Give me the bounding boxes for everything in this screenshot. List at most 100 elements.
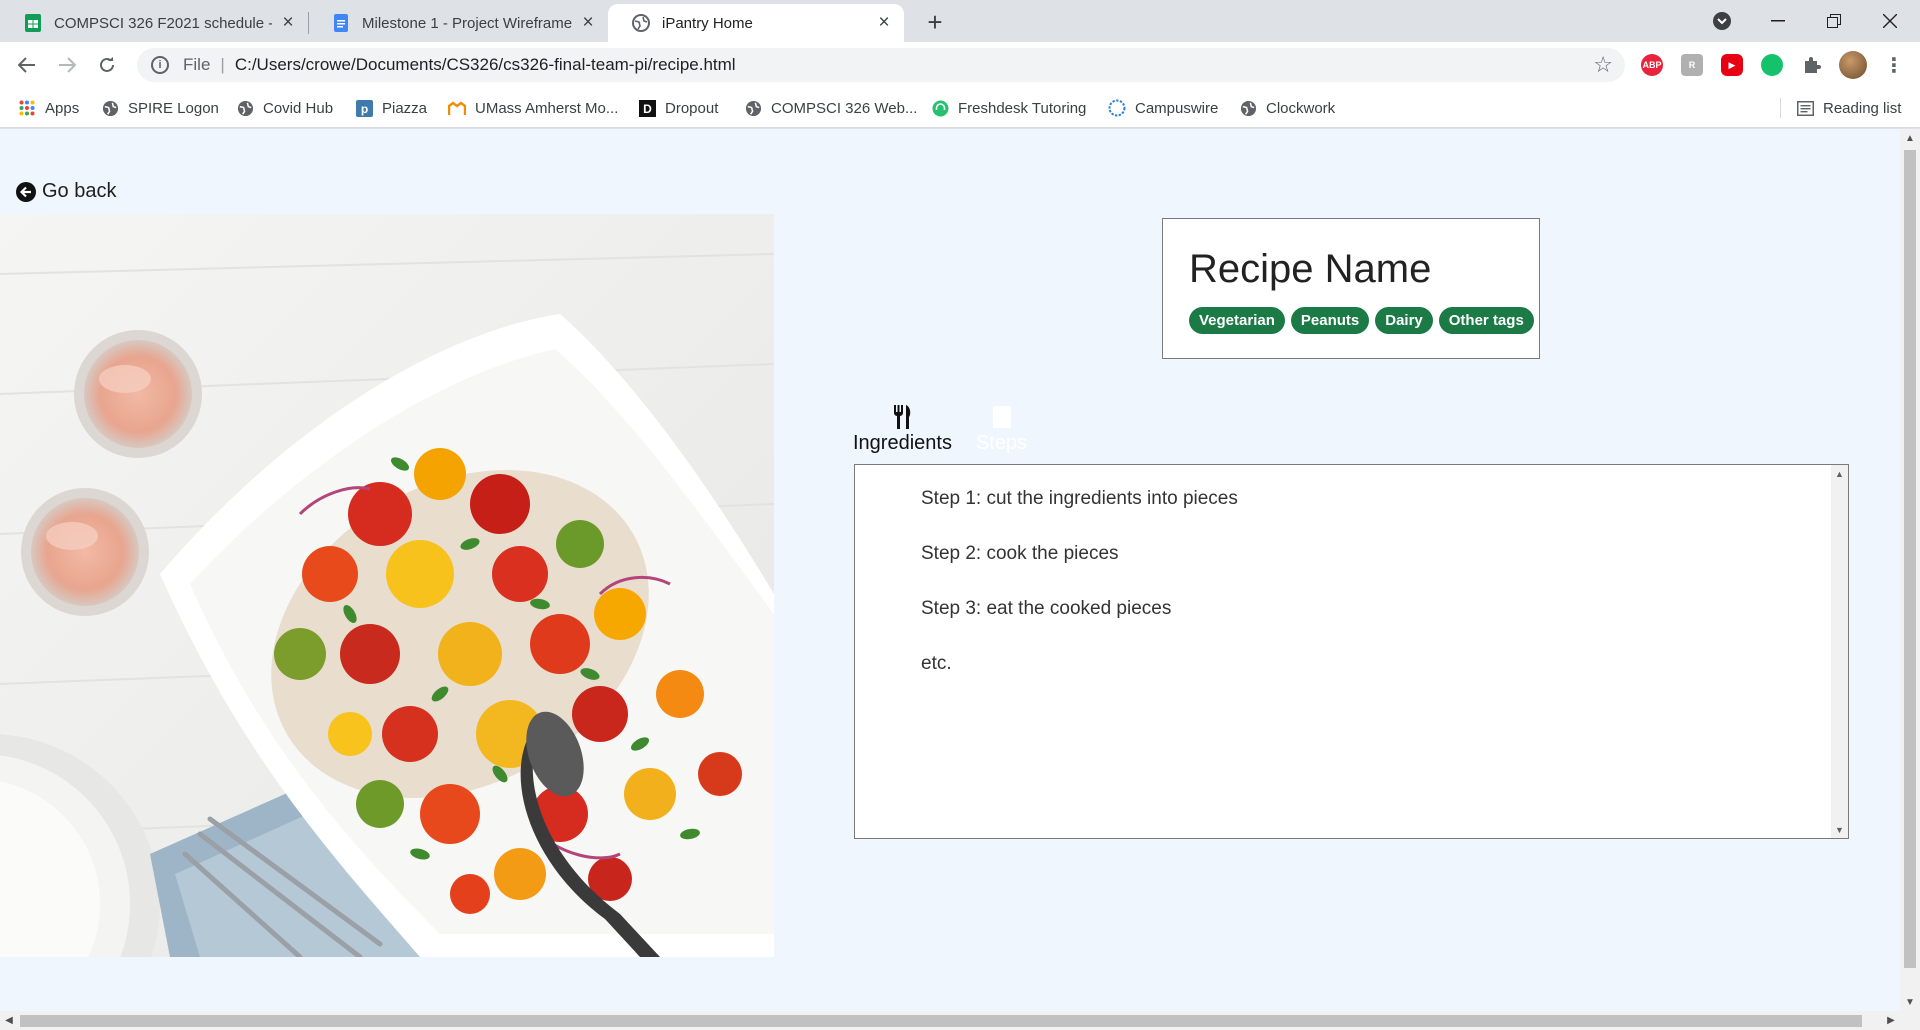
back-circle-arrow-icon <box>16 181 36 202</box>
url-scheme: File <box>183 55 211 74</box>
browser-tab-compsci-schedule[interactable]: COMPSCI 326 F2021 schedule - G × <box>0 4 308 42</box>
tab-ingredients[interactable]: Ingredients <box>853 402 952 455</box>
address-bar[interactable]: i File | C:/Users/crowe/Documents/CS326/… <box>137 48 1625 82</box>
profile-avatar[interactable] <box>1839 51 1867 79</box>
step-item: Step 2: cook the pieces <box>921 543 1119 564</box>
page-horizontal-scrollbar[interactable]: ◀ ▶ <box>0 1011 1920 1030</box>
bookmark-label: SPIRE Logon <box>128 99 219 117</box>
recipe-view-tabs: Ingredients Steps <box>853 402 1051 455</box>
tab-title: Milestone 1 - Project Wireframes <box>362 14 572 32</box>
browser-toolbar: i File | C:/Users/crowe/Documents/CS326/… <box>0 42 1920 88</box>
restore-button[interactable] <box>1806 0 1862 42</box>
close-tab-icon[interactable]: × <box>874 12 894 33</box>
bookmark-campuswire[interactable]: Campuswire <box>1108 96 1218 120</box>
tab-search-button[interactable] <box>1694 0 1750 42</box>
bookmarks-divider <box>1780 98 1781 118</box>
new-tab-button[interactable]: + <box>920 7 950 37</box>
bookmark-dropout[interactable]: D Dropout <box>638 96 718 120</box>
site-info-icon[interactable]: i <box>151 56 169 74</box>
bookmark-covid-hub[interactable]: Covid Hub <box>236 96 333 120</box>
vertical-scroll-thumb[interactable] <box>1904 150 1916 968</box>
tab-search-icon <box>1713 12 1731 30</box>
reading-list-button[interactable]: Reading list <box>1796 96 1901 120</box>
restore-icon <box>1827 14 1841 28</box>
bookmark-piazza[interactable]: p Piazza <box>355 96 427 120</box>
back-button[interactable] <box>11 49 43 81</box>
steps-scrollbar[interactable]: ▲ ▼ <box>1831 465 1848 838</box>
bookmark-label: Piazza <box>382 99 428 117</box>
tag-vegetarian[interactable]: Vegetarian <box>1189 307 1285 334</box>
tab-ingredients-label: Ingredients <box>853 432 952 454</box>
globe-icon <box>101 99 119 117</box>
campuswire-icon <box>1108 99 1126 117</box>
globe-icon <box>1239 99 1257 117</box>
minimize-button[interactable] <box>1750 0 1806 42</box>
bookmark-spire[interactable]: SPIRE Logon <box>101 96 219 120</box>
go-back-label: Go back <box>42 180 117 202</box>
scroll-up-icon[interactable]: ▲ <box>1900 129 1920 147</box>
tab-steps-label: Steps <box>975 432 1028 454</box>
url-text[interactable]: C:/Users/crowe/Documents/CS326/cs326-fin… <box>235 55 736 75</box>
svg-text:p: p <box>360 102 367 116</box>
bookmark-star-icon[interactable]: ☆ <box>1593 52 1613 78</box>
bookmark-label: UMass Amherst Mo... <box>475 99 619 117</box>
browser-tab-ipantry[interactable]: iPantry Home × <box>608 4 904 42</box>
forward-arrow-icon <box>59 57 76 73</box>
step-item: Step 1: cut the ingredients into pieces <box>921 488 1238 509</box>
bookmark-label: Apps <box>45 99 80 117</box>
browser-menu-icon[interactable]: ⋮ <box>1883 54 1905 77</box>
horizontal-scroll-thumb[interactable] <box>20 1015 1862 1027</box>
step-item: etc. <box>921 653 952 674</box>
close-tab-icon[interactable]: × <box>278 12 298 33</box>
recipe-photo <box>0 214 774 957</box>
bookmark-clockwork[interactable]: Clockwork <box>1239 96 1335 120</box>
recipe-tags: Vegetarian Peanuts Dairy Other tags <box>1189 307 1534 334</box>
bookmark-label: Reading list <box>1823 99 1902 117</box>
umass-icon <box>448 99 466 117</box>
minimize-icon <box>1771 20 1785 22</box>
adblock-icon[interactable]: ABP <box>1641 54 1663 76</box>
tab-title: iPantry Home <box>662 14 753 32</box>
bookmark-freshdesk[interactable]: Freshdesk Tutoring <box>931 96 1086 120</box>
tab-title: COMPSCI 326 F2021 schedule - G <box>54 14 272 32</box>
close-tab-icon[interactable]: × <box>578 12 598 33</box>
extensions-puzzle-icon[interactable] <box>1801 54 1823 76</box>
scroll-up-icon[interactable]: ▲ <box>1831 465 1848 482</box>
globe-icon <box>744 99 762 117</box>
youtube-icon[interactable]: ▶ <box>1721 54 1743 76</box>
close-window-button[interactable] <box>1862 0 1918 42</box>
tag-other[interactable]: Other tags <box>1438 307 1534 334</box>
bookmark-umass[interactable]: UMass Amherst Mo... <box>448 96 618 120</box>
go-back-link[interactable]: Go back <box>16 180 116 203</box>
freshdesk-icon <box>931 99 949 117</box>
svg-text:D: D <box>643 102 652 116</box>
google-sheets-icon <box>24 14 42 32</box>
reload-button[interactable] <box>91 49 123 81</box>
forward-button[interactable] <box>51 49 83 81</box>
recipe-name: Recipe Name <box>1189 247 1432 291</box>
bookmark-compsci-web[interactable]: COMPSCI 326 Web... <box>744 96 917 120</box>
bookmark-label: Covid Hub <box>263 99 334 117</box>
recipe-title-card: Recipe Name Vegetarian Peanuts Dairy Oth… <box>1162 218 1540 359</box>
piazza-icon: p <box>355 99 373 117</box>
browser-tab-milestone[interactable]: Milestone 1 - Project Wireframes × <box>308 4 608 42</box>
reading-list-icon <box>1796 99 1814 117</box>
scroll-left-icon[interactable]: ◀ <box>0 1011 18 1030</box>
bookmark-label: Clockwork <box>1266 99 1336 117</box>
bookmark-label: Dropout <box>665 99 719 117</box>
scroll-down-icon[interactable]: ▼ <box>1831 821 1848 838</box>
page-viewport: Go back Recipe Name Vegetarian Peanuts D… <box>0 129 1900 1011</box>
tag-peanuts[interactable]: Peanuts <box>1290 307 1370 334</box>
scroll-right-icon[interactable]: ▶ <box>1882 1011 1900 1030</box>
tab-steps[interactable]: Steps <box>976 402 1027 455</box>
scroll-down-icon[interactable]: ▼ <box>1900 993 1920 1011</box>
grammarly-icon[interactable] <box>1761 54 1783 76</box>
ext-grey-icon[interactable]: R <box>1681 54 1703 76</box>
step-item: Step 3: eat the cooked pieces <box>921 598 1172 619</box>
bookmark-apps[interactable]: Apps <box>18 96 79 120</box>
url-divider: | <box>220 55 225 74</box>
page-vertical-scrollbar[interactable]: ▲ ▼ <box>1900 129 1920 1011</box>
tag-dairy[interactable]: Dairy <box>1375 307 1433 334</box>
steps-panel[interactable]: Step 1: cut the ingredients into pieces … <box>854 464 1849 839</box>
reload-icon <box>100 57 114 72</box>
